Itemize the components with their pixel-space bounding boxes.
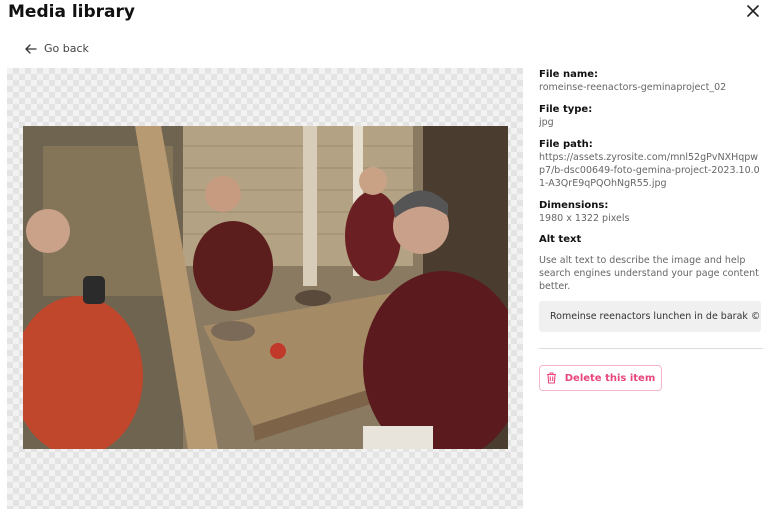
arrow-left-icon bbox=[25, 43, 37, 54]
image-preview bbox=[7, 68, 523, 509]
page-title: Media library bbox=[8, 2, 135, 22]
divider bbox=[539, 348, 763, 349]
delete-item-button[interactable]: Delete this item bbox=[539, 365, 662, 391]
preview-photo bbox=[23, 126, 508, 449]
dimensions-value: 1980 x 1322 pixels bbox=[539, 213, 630, 224]
close-icon bbox=[747, 5, 759, 17]
alt-text-description: Use alt text to describe the image and h… bbox=[539, 255, 759, 292]
file-details-panel: File name: romeinse-reenactors-geminapro… bbox=[539, 68, 763, 391]
file-type-label: File type: bbox=[539, 104, 593, 115]
file-name-value: romeinse-reenactors-geminaproject_02 bbox=[539, 82, 727, 93]
file-type-value: jpg bbox=[539, 117, 554, 128]
delete-item-label: Delete this item bbox=[564, 372, 656, 384]
go-back-label: Go back bbox=[44, 42, 89, 55]
file-name-label: File name: bbox=[539, 69, 599, 80]
alt-text-input[interactable]: Romeinse reenactors lunchen in de barak … bbox=[539, 301, 761, 332]
go-back-link[interactable]: Go back bbox=[25, 42, 89, 55]
alt-text-label: Alt text bbox=[539, 234, 582, 245]
close-button[interactable] bbox=[742, 0, 764, 22]
file-path-value: https://assets.zyrosite.com/mnl52gPvNXHq… bbox=[539, 152, 760, 189]
file-path-label: File path: bbox=[539, 139, 593, 150]
dimensions-label: Dimensions: bbox=[539, 200, 609, 211]
trash-icon bbox=[546, 372, 556, 384]
